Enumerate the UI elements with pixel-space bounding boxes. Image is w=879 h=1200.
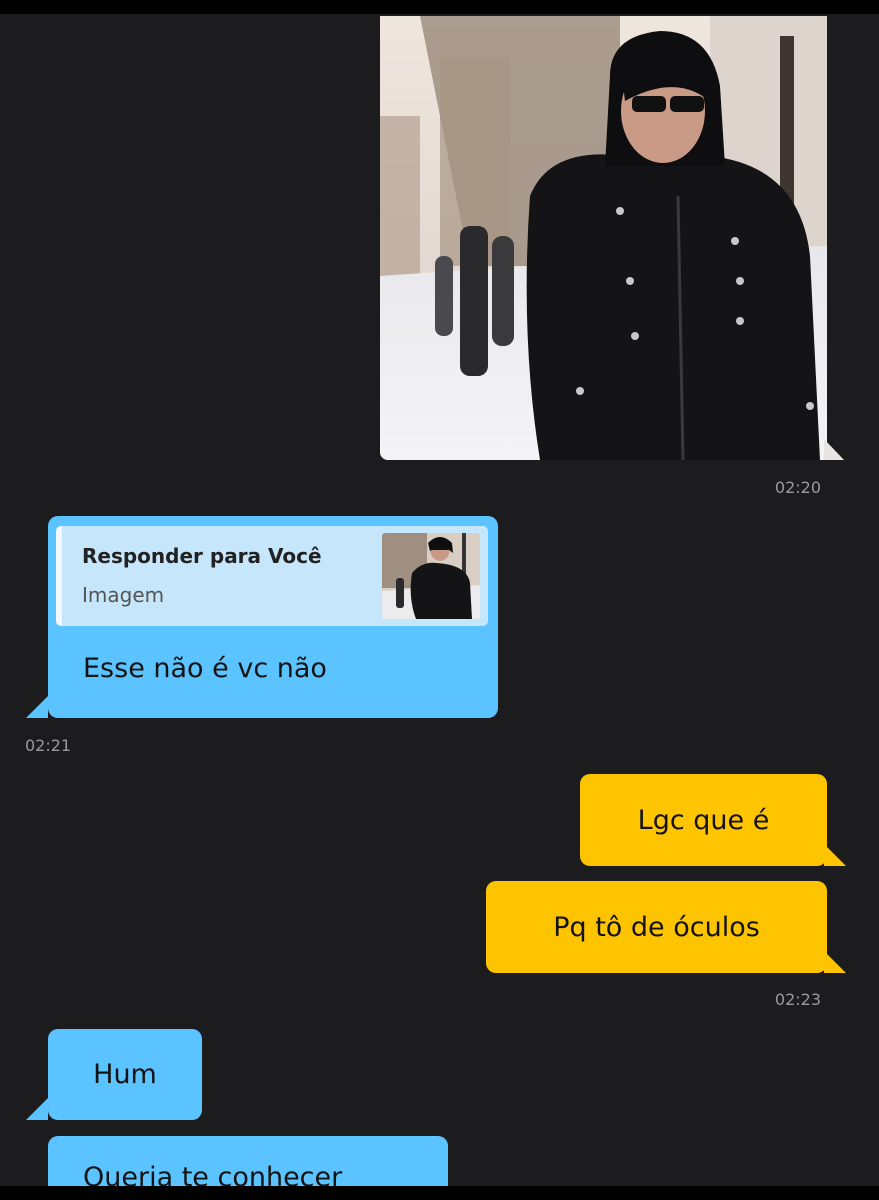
outgoing-bubble-tail — [824, 951, 846, 973]
message-text: Esse não é vc não — [83, 653, 327, 684]
chat-screen: 02:20 Responder para Você Imagem Esse nã… — [0, 14, 879, 1186]
timestamp: 02:23 — [774, 990, 821, 1009]
quote-author: Responder para Você — [82, 544, 322, 568]
sent-image-message[interactable] — [380, 16, 827, 460]
outgoing-message-bubble[interactable]: Lgc que é — [580, 774, 827, 866]
quoted-message[interactable]: Responder para Você Imagem — [56, 526, 488, 626]
message-text: Queria te conhecer — [83, 1162, 343, 1186]
message-text: Pq tô de óculos — [553, 911, 760, 943]
outgoing-bubble-tail — [824, 844, 846, 866]
incoming-bubble-tail — [26, 696, 48, 718]
message-text: Hum — [93, 1059, 157, 1090]
quote-type: Imagem — [82, 583, 165, 607]
timestamp: 02:20 — [774, 478, 821, 497]
photo-thumbnail — [380, 16, 827, 460]
incoming-message-bubble[interactable]: Queria te conhecer — [48, 1136, 448, 1186]
message-text: Lgc que é — [637, 804, 770, 836]
timestamp: 02:21 — [25, 736, 72, 755]
reply-message-bubble[interactable]: Responder para Você Imagem Esse não é vc… — [48, 516, 498, 718]
incoming-message-bubble[interactable]: Hum — [48, 1029, 202, 1120]
incoming-bubble-tail — [26, 1098, 48, 1120]
image-bubble-tail — [824, 439, 844, 460]
quote-thumbnail — [382, 533, 480, 619]
outgoing-message-bubble[interactable]: Pq tô de óculos — [486, 881, 827, 973]
